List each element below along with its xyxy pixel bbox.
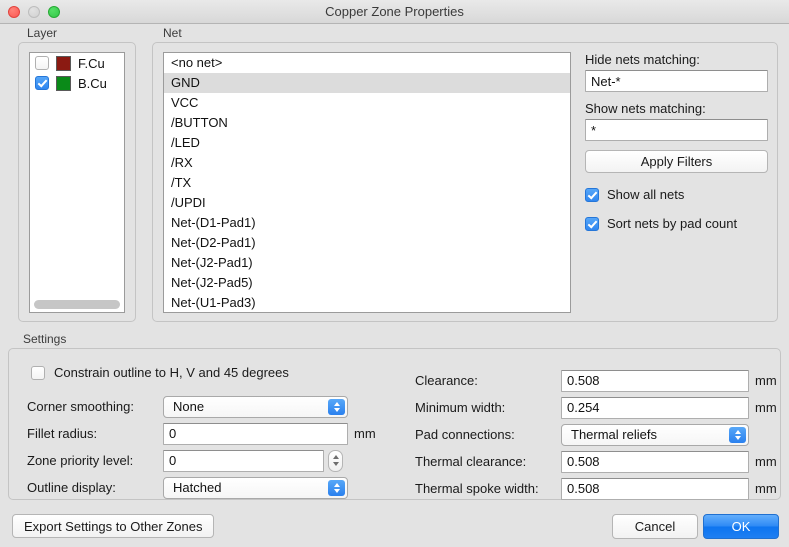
outline-display-select[interactable]: Hatched <box>163 477 348 499</box>
net-filter-panel: Hide nets matching: Show nets matching: … <box>585 52 768 231</box>
zone-priority-label: Zone priority level: <box>27 453 157 468</box>
hide-nets-input[interactable] <box>585 70 768 92</box>
layer-list[interactable]: F.Cu B.Cu <box>29 52 125 313</box>
constrain-outline-row[interactable]: Constrain outline to H, V and 45 degrees <box>31 365 289 380</box>
pad-connections-select[interactable]: Thermal reliefs <box>561 424 749 446</box>
chevron-updown-icon[interactable] <box>328 480 345 496</box>
list-item[interactable]: Net-(J2-Pad1) <box>164 253 570 273</box>
constrain-outline-label: Constrain outline to H, V and 45 degrees <box>54 365 289 380</box>
list-item[interactable]: GND <box>164 73 570 93</box>
chevron-updown-icon[interactable] <box>729 427 746 443</box>
fillet-radius-label: Fillet radius: <box>27 426 157 441</box>
list-item[interactable]: Net-(J2-Pad5) <box>164 273 570 293</box>
thermal-spoke-width-label: Thermal spoke width: <box>415 481 555 496</box>
show-all-nets-label: Show all nets <box>607 187 684 202</box>
zone-priority-stepper[interactable] <box>163 450 348 472</box>
window-title: Copper Zone Properties <box>325 4 464 19</box>
sort-nets-label: Sort nets by pad count <box>607 216 737 231</box>
clearance-unit: mm <box>755 373 785 388</box>
thermal-spoke-width-unit: mm <box>755 481 785 496</box>
settings-left-column: Corner smoothing: None Fillet radius: mm… <box>27 393 384 501</box>
zone-priority-input[interactable] <box>163 450 324 472</box>
show-all-nets-row[interactable]: Show all nets <box>585 187 768 202</box>
title-bar: Copper Zone Properties <box>0 0 789 24</box>
list-item[interactable]: /RX <box>164 153 570 173</box>
list-item[interactable]: <no net> <box>164 53 570 73</box>
net-list[interactable]: <no net> GND VCC /BUTTON /LED /RX /TX /U… <box>163 52 571 313</box>
corner-smoothing-value: None <box>173 399 204 414</box>
export-settings-button[interactable]: Export Settings to Other Zones <box>12 514 214 538</box>
thermal-clearance-unit: mm <box>755 454 785 469</box>
ok-button[interactable]: OK <box>703 514 779 539</box>
zoom-button[interactable] <box>48 6 60 18</box>
list-item[interactable]: VCC <box>164 93 570 113</box>
layer-group-box: F.Cu B.Cu <box>18 42 136 322</box>
minimize-button[interactable] <box>28 6 40 18</box>
minimum-width-unit: mm <box>755 400 785 415</box>
list-item[interactable]: Net-(D2-Pad1) <box>164 233 570 253</box>
fillet-radius-unit: mm <box>354 426 384 441</box>
cancel-button[interactable]: Cancel <box>612 514 698 539</box>
layer-checkbox-b-cu[interactable] <box>35 76 49 90</box>
chevron-updown-icon[interactable] <box>328 450 343 472</box>
layer-label-b-cu: B.Cu <box>78 76 107 91</box>
pad-connections-value: Thermal reliefs <box>571 427 657 442</box>
settings-right-column: Clearance: mm Minimum width: mm Pad conn… <box>415 367 785 502</box>
traffic-light-group <box>8 6 60 18</box>
hide-nets-label: Hide nets matching: <box>585 52 768 67</box>
corner-smoothing-select[interactable]: None <box>163 396 348 418</box>
sort-nets-checkbox[interactable] <box>585 217 599 231</box>
clearance-label: Clearance: <box>415 373 555 388</box>
settings-group-label: Settings <box>20 332 69 346</box>
layer-group-label: Layer <box>24 26 60 40</box>
net-group-box: <no net> GND VCC /BUTTON /LED /RX /TX /U… <box>152 42 778 322</box>
constrain-outline-checkbox[interactable] <box>31 366 45 380</box>
fillet-radius-input[interactable] <box>163 423 348 445</box>
thermal-clearance-input[interactable] <box>561 451 749 473</box>
pad-connections-label: Pad connections: <box>415 427 555 442</box>
thermal-spoke-width-input[interactable] <box>561 478 749 500</box>
layer-list-horizontal-scrollbar[interactable] <box>34 300 120 309</box>
chevron-updown-icon[interactable] <box>328 399 345 415</box>
thermal-clearance-label: Thermal clearance: <box>415 454 555 469</box>
list-item[interactable]: /UPDI <box>164 193 570 213</box>
dialog-footer: Export Settings to Other Zones Cancel OK <box>0 508 789 547</box>
layer-color-swatch-f-cu <box>56 56 71 71</box>
show-all-nets-checkbox[interactable] <box>585 188 599 202</box>
layer-checkbox-f-cu[interactable] <box>35 56 49 70</box>
layer-row[interactable]: B.Cu <box>30 73 124 93</box>
outline-display-value: Hatched <box>173 480 221 495</box>
list-item[interactable]: Net-(D1-Pad1) <box>164 213 570 233</box>
list-item[interactable]: /LED <box>164 133 570 153</box>
layer-color-swatch-b-cu <box>56 76 71 91</box>
corner-smoothing-label: Corner smoothing: <box>27 399 157 414</box>
outline-display-label: Outline display: <box>27 480 157 495</box>
apply-filters-button[interactable]: Apply Filters <box>585 150 768 173</box>
layer-row[interactable]: F.Cu <box>30 53 124 73</box>
list-item[interactable]: /BUTTON <box>164 113 570 133</box>
show-nets-input[interactable] <box>585 119 768 141</box>
layer-label-f-cu: F.Cu <box>78 56 105 71</box>
sort-nets-row[interactable]: Sort nets by pad count <box>585 216 768 231</box>
settings-group-box: Constrain outline to H, V and 45 degrees… <box>8 348 781 500</box>
minimum-width-input[interactable] <box>561 397 749 419</box>
list-item[interactable]: /TX <box>164 173 570 193</box>
minimum-width-label: Minimum width: <box>415 400 555 415</box>
close-button[interactable] <box>8 6 20 18</box>
list-item[interactable]: Net-(U1-Pad3) <box>164 293 570 313</box>
clearance-input[interactable] <box>561 370 749 392</box>
show-nets-label: Show nets matching: <box>585 101 768 116</box>
net-group-label: Net <box>160 26 185 40</box>
